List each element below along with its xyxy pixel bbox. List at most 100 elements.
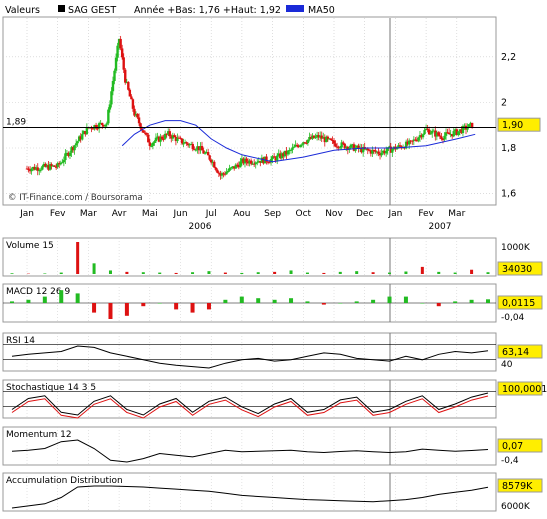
volume-bar (109, 270, 112, 274)
candle-body (146, 133, 148, 135)
candle-body (162, 139, 164, 140)
candle-body (466, 128, 468, 130)
candle-body (153, 141, 155, 143)
candle-body (216, 170, 218, 173)
candle-body (173, 135, 175, 137)
candle-body (181, 138, 183, 143)
price-last-value: 1,90 (502, 120, 523, 131)
panel-title: Momentum 12 (6, 430, 72, 440)
macd-bar (76, 293, 80, 303)
candle-body (53, 166, 55, 167)
volume-bar (487, 272, 490, 274)
macd-bar (158, 303, 162, 304)
volume-bar (322, 273, 325, 274)
volume-bar (60, 273, 63, 274)
macd-bar (470, 300, 474, 303)
macd-bar (322, 303, 326, 305)
volume-bar (158, 273, 161, 274)
candle-body (273, 156, 275, 157)
candle-body (440, 136, 442, 139)
candle-body (41, 166, 43, 169)
panel-badge-value: 34030 (502, 264, 532, 275)
candle-body (342, 142, 344, 143)
candle-body (443, 136, 445, 140)
stock-legend-swatch (58, 5, 65, 12)
candle-body (215, 168, 217, 170)
x-month-label: Sep (264, 209, 281, 219)
volume-bar (372, 272, 375, 274)
volume-bar (240, 273, 243, 274)
candle-body (112, 81, 114, 91)
x-month-label: Fev (418, 209, 434, 219)
x-year-2006: 2006 (189, 222, 212, 232)
macd-bar (486, 299, 490, 303)
candle-body (208, 155, 210, 159)
candle-body (152, 143, 154, 146)
stock-chart: Valeurs SAG GEST Année +Bas: 1,76 +Haut:… (0, 0, 547, 515)
candle-body (291, 147, 293, 149)
volume-bar (175, 273, 178, 274)
candle-body (399, 145, 401, 146)
x-year-2007: 2007 (429, 222, 452, 232)
x-month-label: Nov (325, 209, 343, 219)
panel-macd: MACD 12 26 9-0,040,0115 (3, 284, 542, 323)
candle-body (374, 150, 376, 152)
candle-body (142, 130, 144, 132)
volume-bar (404, 272, 407, 274)
candle-body (290, 150, 292, 151)
macd-bar (92, 303, 96, 313)
candle-body (55, 167, 57, 168)
candle-body (147, 135, 149, 143)
chart-svg: Valeurs SAG GEST Année +Bas: 1,76 +Haut:… (0, 0, 547, 515)
candle-body (276, 156, 278, 161)
macd-bar (10, 301, 14, 303)
x-month-label: Fev (50, 209, 66, 219)
panel-badge-value: 100,0001 (502, 384, 547, 395)
candle-body (195, 150, 197, 151)
candle-body (334, 144, 336, 147)
candle-body (121, 48, 123, 57)
candle-body (239, 161, 241, 167)
macd-bar (43, 297, 47, 303)
candle-body (101, 123, 103, 125)
candle-body (69, 153, 71, 156)
candle-body (305, 143, 307, 144)
candle-body (104, 125, 106, 127)
candle-body (201, 146, 203, 150)
macd-bar (388, 297, 392, 303)
panel-title: Accumulation Distribution (6, 476, 123, 486)
panel-y-label: -0,4 (501, 456, 519, 466)
candle-body (287, 151, 289, 155)
candle-body (155, 138, 157, 141)
candle-body (439, 135, 441, 136)
macd-bar (338, 303, 342, 304)
candle-body (115, 58, 117, 71)
macd-bar (420, 303, 424, 304)
x-month-label: Avr (112, 209, 127, 219)
x-month-label: Jul (205, 209, 217, 219)
panel-ad: Accumulation Distribution6000K8579K (3, 473, 542, 512)
candle-body (301, 145, 303, 146)
candle-body (423, 130, 425, 134)
ma-legend-swatch (286, 5, 304, 12)
x-month-label: Mai (142, 209, 158, 219)
panel-frame (3, 427, 496, 465)
candle-body (129, 90, 131, 97)
macd-bar (26, 300, 30, 303)
header-label: Valeurs (5, 5, 40, 16)
macd-bar (174, 303, 178, 309)
volume-bar (76, 242, 79, 274)
price-y-tick: 2,2 (501, 52, 516, 63)
candle-body (61, 162, 63, 163)
volume-bar (355, 271, 358, 274)
panel-y-label: -0,04 (501, 313, 525, 323)
macd-bar (256, 298, 260, 303)
candle-body (116, 46, 118, 58)
volume-bar (421, 267, 424, 274)
volume-bar (257, 272, 260, 274)
candle-body (268, 162, 270, 163)
x-month-label: Mar (448, 209, 465, 219)
volume-bar (273, 272, 276, 274)
candle-body (138, 117, 140, 123)
volume-bar (437, 272, 440, 274)
